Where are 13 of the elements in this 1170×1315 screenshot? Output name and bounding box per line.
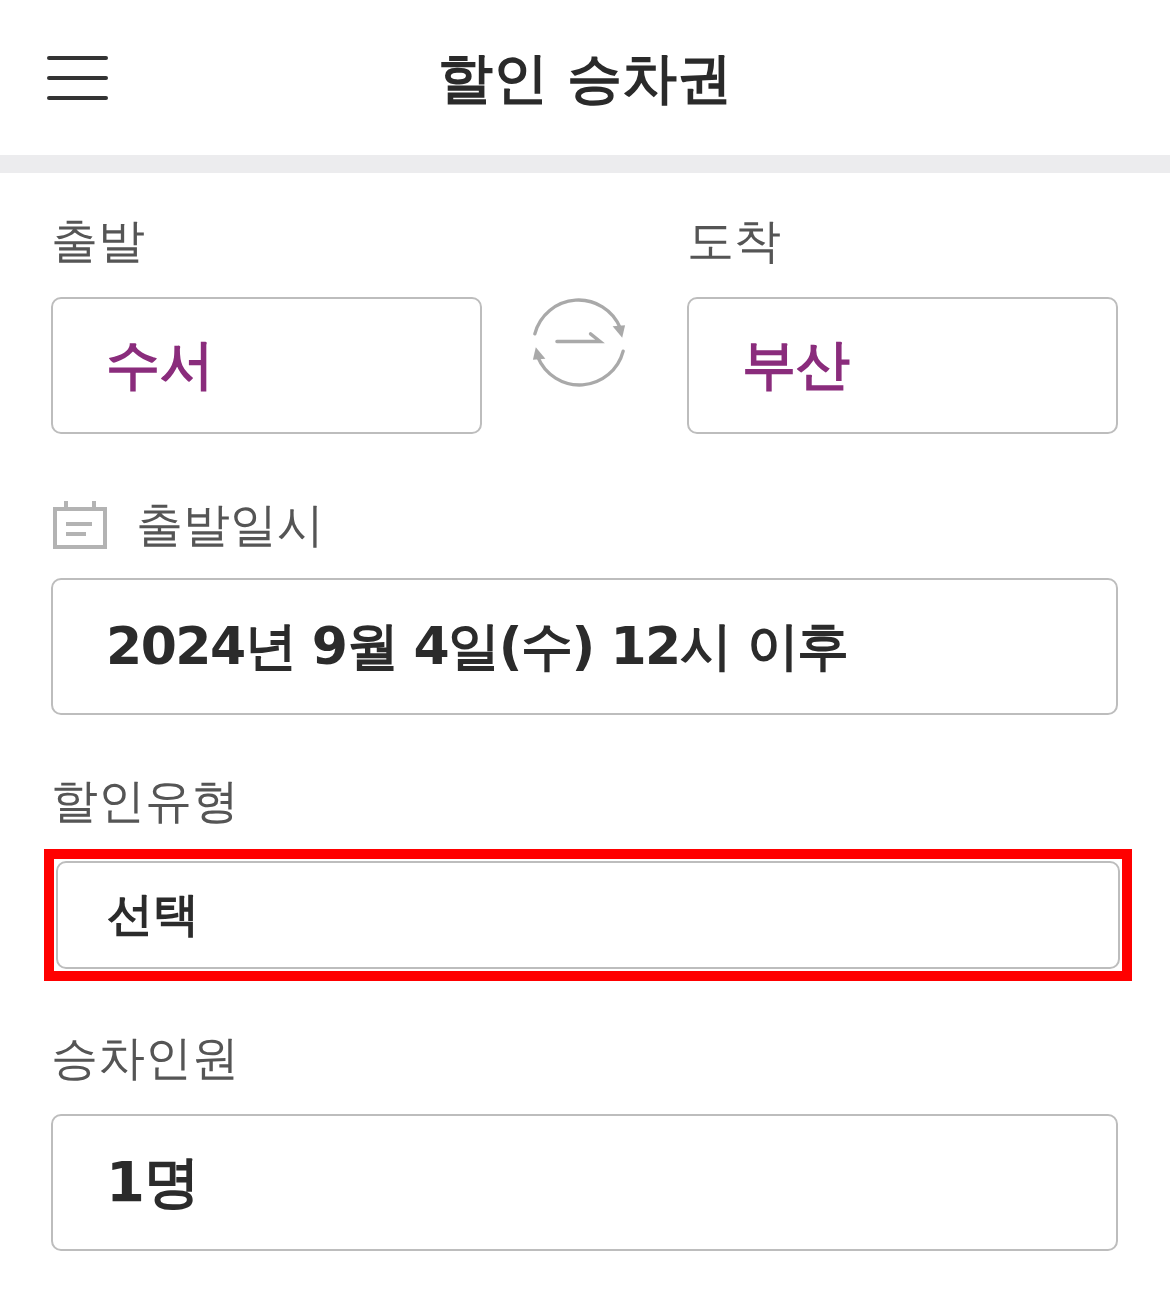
arrival-label: 도착 [687,213,781,269]
station-field[interactable]: 수서 [51,297,482,434]
field-label: 출발일시 [136,497,324,553]
station-field[interactable]: 부산 [687,297,1118,434]
menu-icon[interactable] [47,55,108,100]
date-field[interactable]: 2024년 9월 4일(수) 12시 이후 [51,578,1118,715]
departure-label: 출발 [51,213,145,269]
select-field[interactable]: 선택 [56,861,1120,969]
page-title: 할인 승차권 [437,44,733,111]
field-label: 승차인원 [51,1030,239,1086]
field-label: 할인유형 [51,773,239,829]
count-field[interactable]: 1명 [51,1114,1118,1251]
calendar-icon [53,501,107,549]
